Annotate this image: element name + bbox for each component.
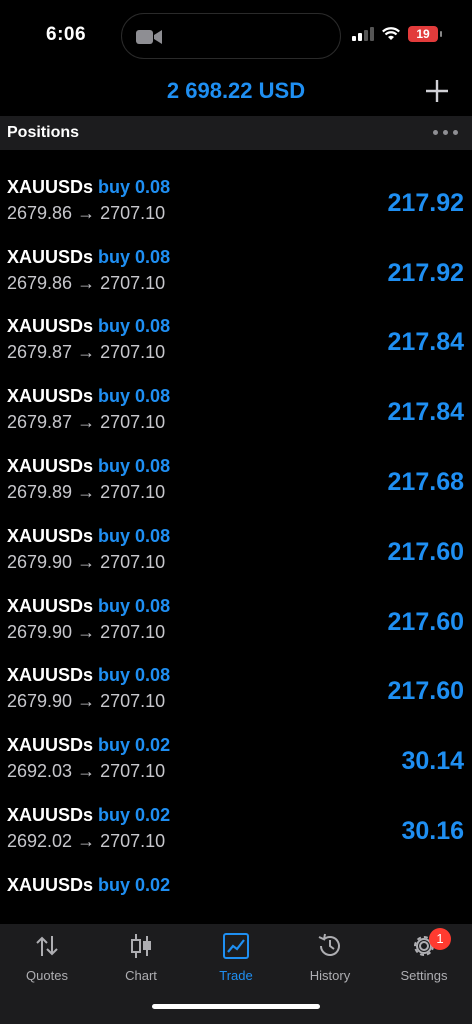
- position-profit: 217.60: [387, 537, 464, 566]
- position-title: XAUUSDs buy 0.08: [7, 386, 170, 407]
- section-title: Positions: [7, 124, 80, 141]
- position-prices: 2679.86 → 2707.10: [7, 272, 166, 293]
- position-row[interactable]: XAUUSDs buy 0.08 2679.90 → 2707.10 217.60: [0, 582, 472, 652]
- position-row[interactable]: XAUUSDs buy 0.02 2692.02 → 2707.10 30.16: [0, 791, 472, 861]
- position-row[interactable]: XAUUSDs buy 0.08 2679.90 → 2707.10 217.60: [0, 512, 472, 582]
- position-side-volume: buy 0.08: [98, 595, 171, 616]
- position-side-volume: buy 0.08: [98, 665, 171, 686]
- tab-trade[interactable]: Trade: [189, 932, 283, 992]
- position-side-volume: buy 0.08: [98, 386, 171, 407]
- position-side-volume: buy 0.08: [98, 455, 171, 476]
- position-row[interactable]: XAUUSDs buy 0.08 2679.86 → 2707.10 217.92: [0, 163, 472, 233]
- more-options-icon[interactable]: [433, 130, 458, 135]
- position-symbol: XAUUSDs: [7, 246, 94, 267]
- positions-section-header: Positions: [0, 116, 472, 150]
- new-order-plus-icon[interactable]: [422, 76, 452, 106]
- position-profit: 30.16: [401, 816, 464, 845]
- position-side-volume: buy 0.02: [98, 804, 171, 825]
- position-symbol: XAUUSDs: [7, 386, 94, 407]
- tab-settings[interactable]: Settings 1: [377, 928, 471, 992]
- position-profit: 217.84: [387, 328, 464, 357]
- tab-trade-label: Trade: [219, 968, 253, 983]
- battery-indicator: 19: [408, 26, 442, 42]
- tab-chart[interactable]: Chart: [94, 932, 188, 992]
- candlestick-icon: [131, 934, 151, 958]
- position-prices: 2679.87 → 2707.10: [7, 342, 166, 363]
- position-prices: 2679.90 → 2707.10: [7, 691, 166, 712]
- position-symbol: XAUUSDs: [7, 804, 94, 825]
- position-side-volume: buy 0.02: [98, 735, 171, 756]
- position-symbol: XAUUSDs: [7, 735, 94, 756]
- position-title: XAUUSDs buy 0.08: [7, 247, 170, 268]
- position-prices: 2679.86 → 2707.10: [7, 150, 165, 154]
- position-title: XAUUSDs buy 0.02: [7, 805, 170, 826]
- position-row[interactable]: XAUUSDs buy 0.02: [0, 861, 472, 924]
- position-prices: 2692.03 → 2707.10: [7, 761, 166, 782]
- positions-list[interactable]: XAUUSDs buy 0.08 2679.86 → 2707.10 217.92 X…: [0, 150, 472, 924]
- position-row[interactable]: XAUUSDs buy 0.08 2679.86 → 2707.10 217.92: [0, 233, 472, 303]
- account-balance: 2 698.22 USD: [166, 78, 306, 103]
- status-indicators: 19: [352, 26, 442, 42]
- tab-bar: Quotes Chart Trade History Settings 1: [0, 924, 472, 1024]
- tab-quotes-label: Quotes: [26, 968, 68, 983]
- dynamic-island: [121, 13, 341, 59]
- position-side-volume: buy 0.08: [98, 246, 171, 267]
- position-side-volume: buy 0.08: [98, 316, 171, 337]
- wifi-icon: [382, 27, 400, 40]
- video-camera-icon: [136, 30, 162, 44]
- tab-history[interactable]: History: [283, 932, 377, 992]
- history-clock-icon: [318, 933, 340, 956]
- account-header: 2 698.22 USD: [0, 70, 472, 114]
- position-prices: 2679.90 → 2707.10: [7, 621, 166, 642]
- position-symbol: XAUUSDs: [7, 874, 94, 895]
- tab-history-label: History: [309, 968, 351, 983]
- position-title: XAUUSDs buy 0.08: [7, 526, 170, 547]
- position-profit: 30.14: [401, 747, 464, 776]
- tab-chart-label: Chart: [125, 968, 157, 983]
- status-bar: 6:06 19: [0, 0, 472, 70]
- position-profit: 217.92: [387, 188, 464, 217]
- position-symbol: XAUUSDs: [7, 316, 94, 337]
- position-prices: 2679.89 → 2707.10: [7, 481, 166, 502]
- notification-badge: 1: [429, 928, 451, 950]
- position-title: XAUUSDs buy 0.08: [7, 456, 170, 477]
- trade-chart-icon: [223, 933, 249, 959]
- position-title: XAUUSDs buy 0.08: [7, 316, 170, 337]
- position-row[interactable]: XAUUSDs buy 0.08 2679.87 → 2707.10 217.84: [0, 302, 472, 372]
- quotes-arrows-icon: [36, 936, 58, 956]
- position-symbol: XAUUSDs: [7, 176, 94, 197]
- position-row[interactable]: XAUUSDs buy 0.08 2679.89 → 2707.10 217.68: [0, 442, 472, 512]
- position-symbol: XAUUSDs: [7, 595, 94, 616]
- position-row[interactable]: XAUUSDs buy 0.02 2692.03 → 2707.10 30.14: [0, 721, 472, 791]
- position-title: XAUUSDs buy 0.08: [7, 596, 170, 617]
- position-profit: 217.68: [387, 467, 464, 496]
- position-prices: 2692.02 → 2707.10: [7, 830, 166, 851]
- home-indicator[interactable]: [152, 1004, 320, 1009]
- status-time: 6:06: [46, 24, 87, 45]
- position-profit: 217.84: [387, 398, 464, 427]
- position-title: XAUUSDs buy 0.02: [7, 735, 170, 756]
- cellular-signal-icon: [352, 27, 374, 41]
- tab-quotes[interactable]: Quotes: [0, 932, 94, 992]
- position-row[interactable]: XAUUSDs buy 0.082679.86 → 2707.10217.92: [0, 150, 472, 163]
- position-profit: 217.60: [387, 677, 464, 706]
- position-profit: 217.60: [387, 607, 464, 636]
- position-row[interactable]: XAUUSDs buy 0.08 2679.90 → 2707.10 217.60: [0, 651, 472, 721]
- position-row[interactable]: XAUUSDs buy 0.08 2679.87 → 2707.10 217.84: [0, 372, 472, 442]
- position-symbol: XAUUSDs: [7, 455, 94, 476]
- position-symbol: XAUUSDs: [7, 525, 94, 546]
- position-title: XAUUSDs buy 0.08: [7, 665, 170, 686]
- position-profit: 217.92: [387, 258, 464, 287]
- position-title: XAUUSDs buy 0.02: [7, 875, 170, 896]
- position-prices: 2679.86 → 2707.10: [7, 202, 166, 223]
- position-side-volume: buy 0.08: [98, 525, 171, 546]
- position-side-volume: buy 0.02: [98, 874, 171, 895]
- position-title: XAUUSDs buy 0.08: [7, 177, 170, 198]
- position-prices: 2679.90 → 2707.10: [7, 551, 166, 572]
- tab-settings-label: Settings: [400, 968, 448, 983]
- position-prices: 2679.87 → 2707.10: [7, 412, 166, 433]
- position-side-volume: buy 0.08: [98, 176, 171, 197]
- position-symbol: XAUUSDs: [7, 665, 94, 686]
